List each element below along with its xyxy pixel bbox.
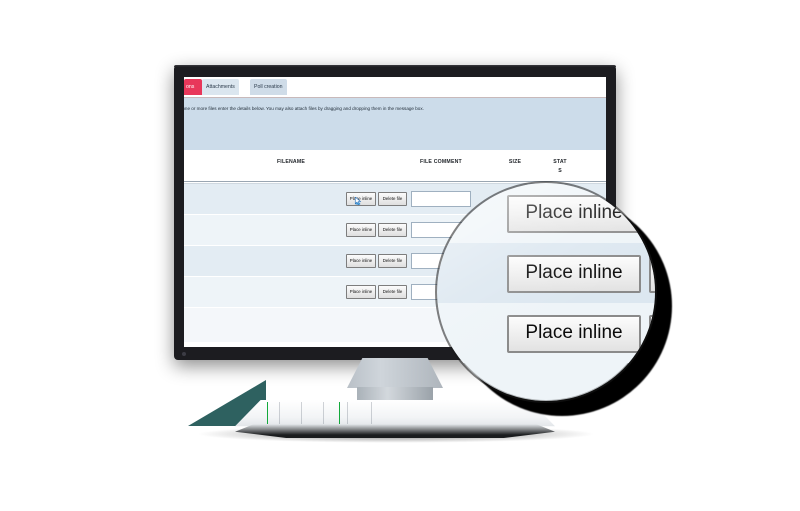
stand-base-lip: [235, 424, 555, 438]
delete-file-button-magnified[interactable]: Delete file: [649, 255, 655, 293]
stand-neck-top: [347, 358, 443, 388]
attachments-table-header: FILENAME FILE COMMENT SIZE STAT S: [184, 150, 606, 184]
column-header-size: SIZE: [508, 159, 522, 165]
delete-file-button[interactable]: Delete file: [378, 223, 407, 237]
place-inline-button-magnified[interactable]: Place inline: [507, 195, 641, 233]
table-header-rule: [184, 181, 606, 182]
magnified-table-row: Place inline Delete file: [437, 243, 655, 303]
place-inline-button-magnified[interactable]: Place inline: [507, 255, 641, 293]
column-header-status: STAT: [553, 159, 567, 165]
place-inline-button[interactable]: Place inline: [346, 254, 376, 268]
delete-file-button[interactable]: Delete file: [378, 285, 407, 299]
delete-file-button-magnified[interactable]: Delete file: [649, 315, 655, 353]
column-header-file-comment: FILE COMMENT: [420, 159, 462, 165]
magnified-content: Place inline Delete file Place inline De…: [437, 183, 655, 401]
place-inline-button[interactable]: Place inline: [346, 223, 376, 237]
tab-attachments[interactable]: Attachments: [202, 79, 239, 95]
magnified-table-row: Place inline Delete file: [437, 303, 655, 363]
attachment-notice-panel: wish to attach one or more files enter t…: [184, 98, 606, 150]
column-header-status-line2: S: [558, 168, 562, 174]
column-header-filename: FILENAME: [276, 159, 306, 165]
tab-poll-creation[interactable]: Poll creation: [250, 79, 287, 95]
monitor-stand-base: [235, 400, 555, 440]
attachment-notice-text: wish to attach one or more files enter t…: [184, 106, 424, 111]
place-inline-button[interactable]: Place inline: [346, 192, 376, 206]
tab-options[interactable]: ons: [184, 79, 202, 95]
magnifier-lens: Place inline Delete file Place inline De…: [437, 183, 655, 401]
monitor-power-indicator-icon: [182, 352, 186, 356]
place-inline-button-magnified[interactable]: Place inline: [507, 315, 641, 353]
delete-file-button[interactable]: Delete file: [378, 192, 407, 206]
place-inline-button[interactable]: Place inline: [346, 285, 376, 299]
tab-bar: ons Attachments Poll creation: [184, 77, 606, 98]
magnified-table-row: Place inline Delete file: [437, 183, 655, 243]
delete-file-button-magnified[interactable]: Delete file: [649, 195, 655, 233]
delete-file-button[interactable]: Delete file: [378, 254, 407, 268]
